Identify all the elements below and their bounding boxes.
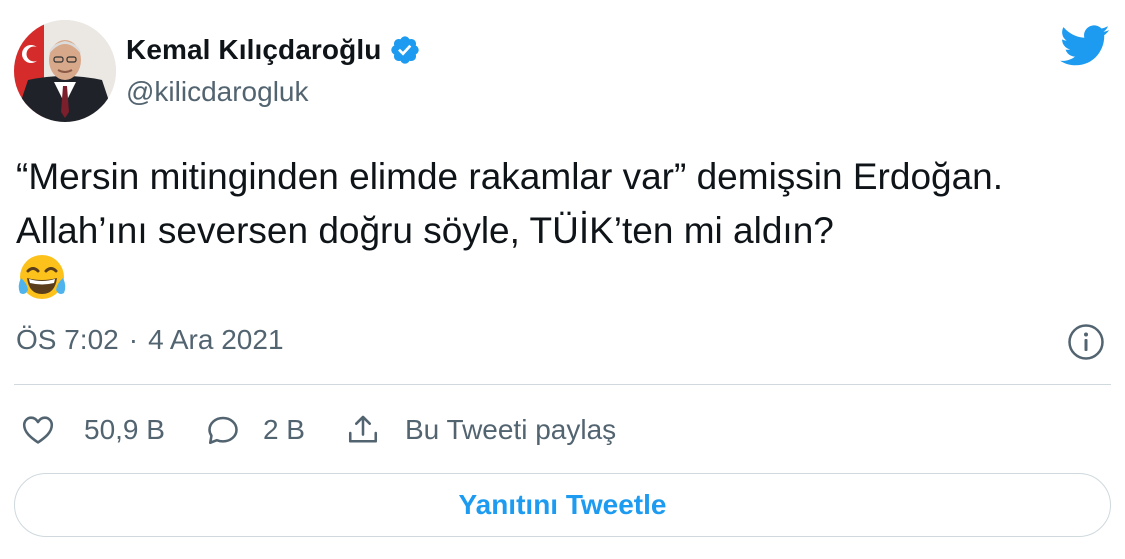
tweet-timestamp[interactable]: ÖS 7:02 · 4 Ara 2021 <box>16 324 284 356</box>
tweet-time[interactable]: ÖS 7:02 <box>16 324 119 356</box>
reply-count-button[interactable]: 2 B <box>205 412 305 448</box>
speech-bubble-icon <box>208 416 238 445</box>
reply-count: 2 B <box>262 414 305 445</box>
avatar[interactable] <box>14 20 116 122</box>
twitter-bird-icon[interactable] <box>1060 24 1110 68</box>
face-with-tears-of-joy-icon <box>18 255 66 299</box>
share-button[interactable]: Bu Tweeti paylaş <box>345 412 616 448</box>
heart-icon <box>22 416 54 444</box>
profile-photo <box>14 20 116 122</box>
verified-badge-icon <box>391 36 420 64</box>
user-handle[interactable]: @kilicdarogluk <box>126 76 309 108</box>
divider <box>14 384 1111 385</box>
share-label: Bu Tweeti paylaş <box>404 414 617 445</box>
tweet-text: “Mersin mitinginden elimde rakamlar var”… <box>16 156 1012 251</box>
name-row[interactable]: Kemal Kılıçdaroğlu <box>126 30 421 70</box>
display-name[interactable]: Kemal Kılıçdaroğlu <box>126 34 381 66</box>
tweet-card: Kemal Kılıçdaroğlu @kilicdarogluk “Mersi… <box>0 0 1125 559</box>
info-icon[interactable] <box>1066 322 1106 362</box>
like-count: 50,9 B <box>84 414 165 445</box>
meta-separator: · <box>128 324 139 355</box>
share-upload-icon <box>348 415 378 443</box>
tweet-date[interactable]: 4 Ara 2021 <box>148 324 283 356</box>
reply-tweet-button[interactable]: Yanıtını Tweetle <box>14 473 1111 537</box>
like-button[interactable]: 50,9 B <box>20 412 165 448</box>
tweet-actions: 50,9 B 2 B Bu Tweeti paylaş <box>20 408 656 452</box>
